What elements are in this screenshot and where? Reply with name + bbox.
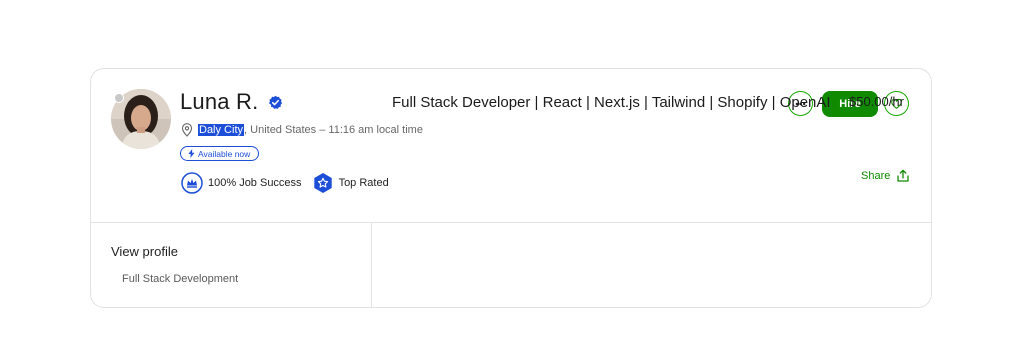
top-rated-star-icon: [313, 173, 332, 193]
hourly-rate: $50.00/hr: [849, 94, 904, 109]
location-city: Daly City: [198, 124, 245, 136]
share-label: Share: [861, 170, 891, 182]
availability-label: Available now: [198, 148, 251, 159]
lightning-icon: [188, 149, 195, 158]
freelancer-name: Luna R.: [180, 89, 259, 114]
top-rated-badge[interactable]: Top Rated: [312, 172, 389, 194]
share-upload-icon: [897, 169, 910, 182]
profile-sidebar: View profile Full Stack Development: [91, 222, 372, 307]
location-row: Daly City, United States – 11:16 am loca…: [181, 123, 423, 137]
share-link[interactable]: Share: [861, 169, 910, 183]
location-pin-icon: [181, 123, 193, 137]
job-success-crown-icon: [181, 172, 203, 194]
verified-badge-icon: [269, 95, 283, 109]
location-country-time: , United States – 11:16 am local time: [244, 124, 423, 136]
offline-status-dot: [114, 93, 124, 103]
badges-row: 100% Job Success Top Rated: [181, 172, 389, 194]
top-rated-label: Top Rated: [338, 177, 389, 189]
job-success-label: 100% Job Success: [208, 177, 302, 189]
name-row: Luna R.: [180, 89, 283, 115]
availability-badge[interactable]: Available now: [180, 146, 260, 161]
profile-header: Luna R. Daly City, United States – 11:16…: [91, 69, 931, 223]
sidebar-item-full-stack-development[interactable]: Full Stack Development: [122, 273, 238, 285]
avatar[interactable]: [111, 89, 171, 149]
job-success-badge[interactable]: 100% Job Success: [181, 172, 302, 194]
profile-title: Full Stack Developer | React | Next.js |…: [392, 94, 831, 111]
view-profile-heading: View profile: [111, 244, 178, 259]
freelancer-profile-card: Luna R. Daly City, United States – 11:16…: [90, 68, 932, 308]
